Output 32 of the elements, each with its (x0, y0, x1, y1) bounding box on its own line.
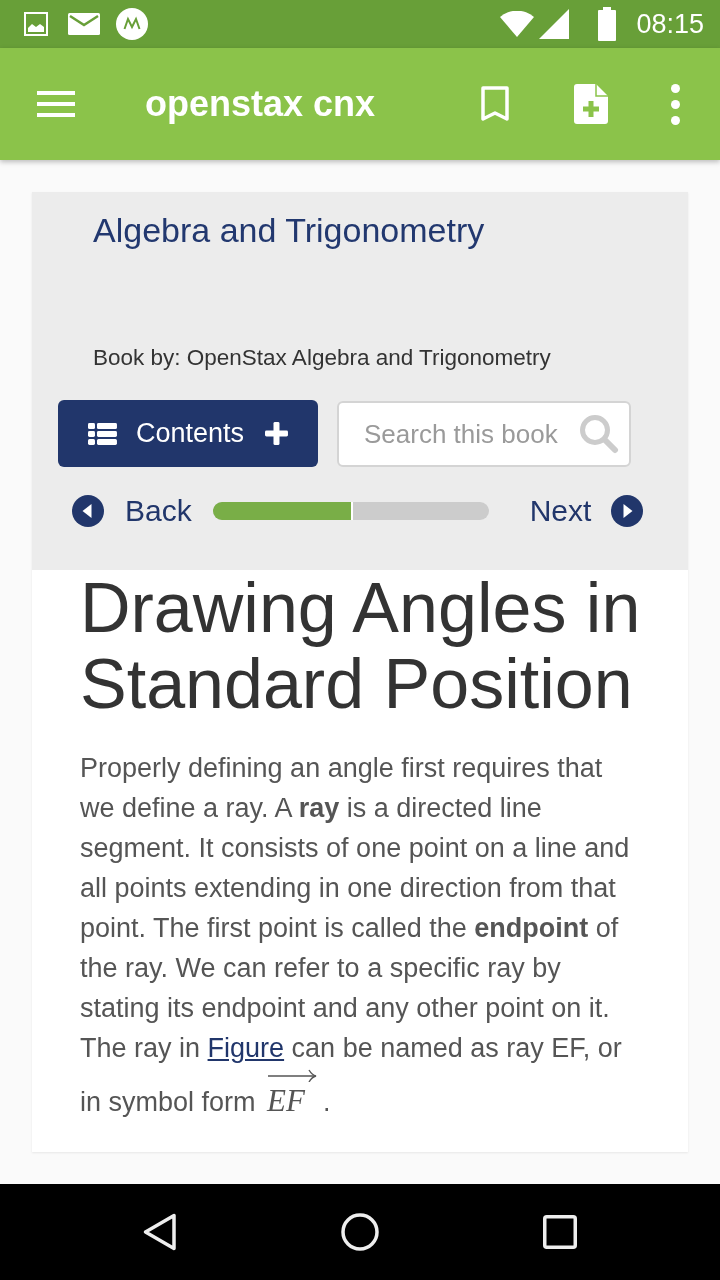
book-byline: Book by: OpenStax Algebra and Trigonometry (93, 344, 552, 372)
wifi-icon (500, 11, 535, 37)
plus-icon (265, 422, 288, 445)
back-button[interactable]: Back (72, 494, 192, 528)
arrow-right-circle-icon (611, 495, 644, 527)
figure-link[interactable]: Figure (207, 1033, 285, 1063)
search-input[interactable]: Search this book (364, 418, 577, 450)
more-icon[interactable] (671, 83, 680, 125)
app-title: openstax cnx (145, 83, 376, 125)
home-icon[interactable] (341, 1213, 379, 1251)
search-field[interactable]: Search this book (337, 401, 631, 467)
section-heading: Drawing Angles in Standard Position (79, 570, 642, 722)
vector-arrow-icon (267, 1068, 318, 1082)
picture-icon (24, 12, 48, 36)
bookmark-icon[interactable] (481, 86, 509, 122)
arrow-left-circle-icon (72, 495, 104, 527)
signal-icon (539, 9, 570, 39)
book-title: Algebra and Trigonometry (93, 210, 486, 250)
recents-icon[interactable] (543, 1215, 577, 1249)
search-icon[interactable] (579, 414, 619, 454)
back-icon[interactable] (143, 1213, 177, 1251)
document-plus-icon[interactable] (574, 84, 608, 124)
contents-button[interactable]: Contents (58, 400, 318, 467)
math-symbol: EF (267, 1083, 305, 1118)
mail-icon (68, 13, 100, 35)
body-paragraph: Properly defining an angle first requires that we define a ray. A ray is a directed line segment. It consists of one point on a line and all points extending in one direction from that point. The first point is called the endpoint of the ray. We can refer to a specific ray by stating its endpoint and any other point on it. The ray in Figure can be named as ray EF, or in symbol form EF . (79, 752, 631, 1120)
battery-icon (598, 7, 617, 41)
next-button[interactable]: Next (529, 494, 644, 528)
list-icon (88, 422, 117, 445)
menu-icon[interactable] (37, 91, 75, 117)
status-time: 08:15 (636, 8, 704, 40)
zigzag-circle-icon (116, 8, 148, 40)
